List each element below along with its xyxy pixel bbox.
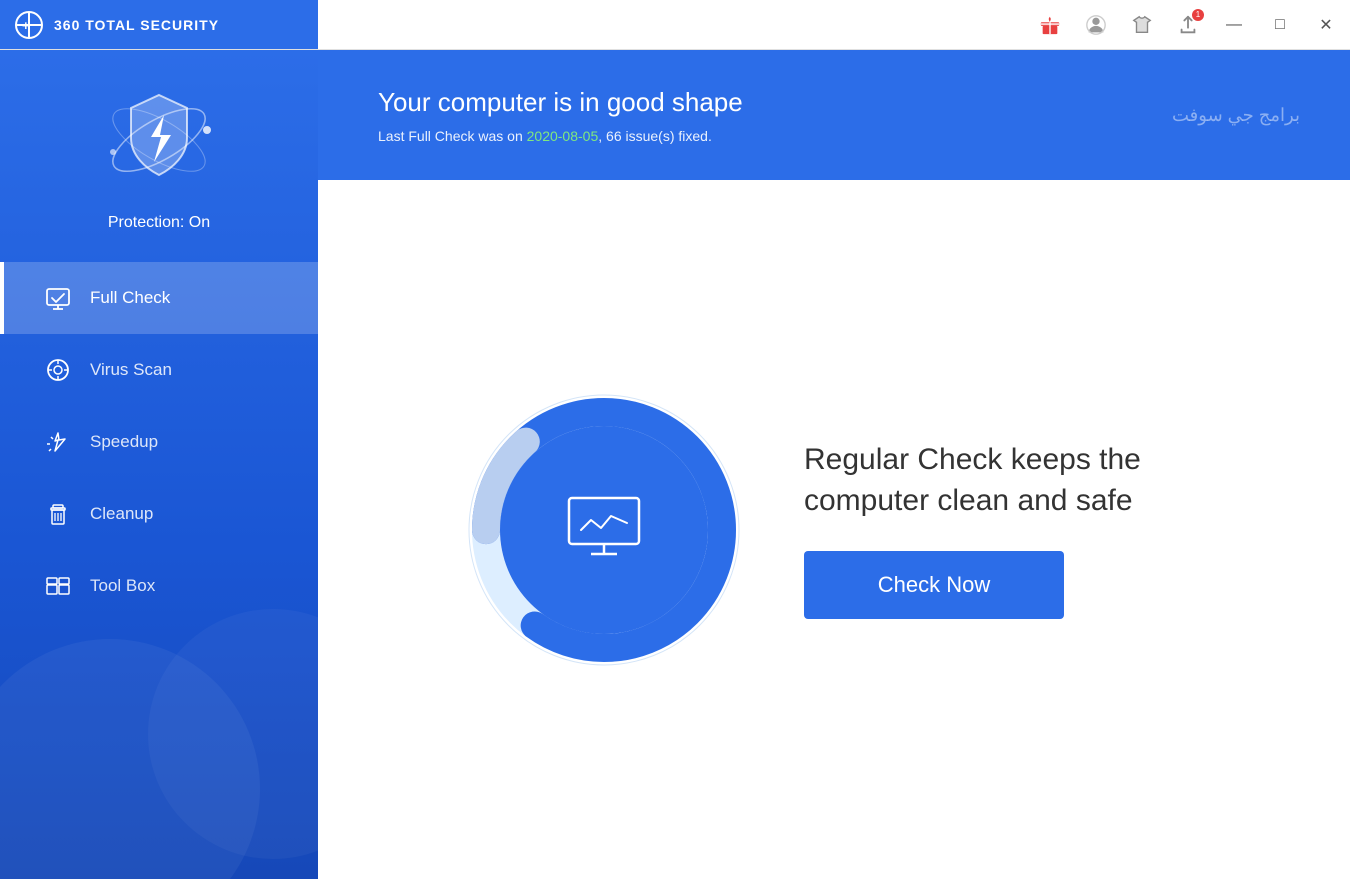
shield-logo [99, 80, 219, 200]
active-bar [0, 262, 4, 334]
app-title: 360 TOTAL SECURITY [54, 17, 219, 33]
nav-item-cleanup[interactable]: Cleanup [0, 478, 318, 550]
toolbox-icon [44, 572, 72, 600]
speedup-label: Speedup [90, 432, 158, 452]
titlebar-left: + 360 TOTAL SECURITY [0, 0, 318, 49]
nav-item-full-check[interactable]: Full Check [0, 262, 318, 334]
cleanup-icon [44, 500, 72, 528]
subtitle-prefix: Last Full Check was on [378, 128, 527, 144]
cleanup-label: Cleanup [90, 504, 153, 524]
full-check-icon [44, 284, 72, 312]
virus-scan-icon [44, 356, 72, 384]
donut-svg [464, 390, 744, 670]
titlebar-right: 1 — □ ✕ [1030, 5, 1350, 45]
maximize-button[interactable]: □ [1260, 5, 1300, 45]
toolbox-label: Tool Box [90, 576, 155, 596]
notification-badge: 1 [1192, 9, 1204, 21]
nav-item-tool-box[interactable]: Tool Box [0, 550, 318, 622]
virus-scan-label: Virus Scan [90, 360, 172, 380]
status-banner: Your computer is in good shape Last Full… [318, 50, 1350, 180]
content-right: Regular Check keeps the computer clean a… [804, 440, 1204, 619]
gift-icon-button[interactable] [1030, 5, 1070, 45]
content-body: Regular Check keeps the computer clean a… [318, 180, 1350, 879]
sidebar: Protection: On Full Check [0, 50, 318, 879]
full-check-label: Full Check [90, 288, 170, 308]
account-icon-button[interactable] [1076, 5, 1116, 45]
app-logo-icon: + [14, 10, 44, 40]
main-layout: Protection: On Full Check [0, 50, 1350, 879]
check-now-button[interactable]: Check Now [804, 551, 1064, 619]
svg-text:+: + [22, 18, 30, 33]
content-area: Your computer is in good shape Last Full… [318, 50, 1350, 879]
minimize-button[interactable]: — [1214, 5, 1254, 45]
close-button[interactable]: ✕ [1306, 5, 1346, 45]
nav-item-virus-scan[interactable]: Virus Scan [0, 334, 318, 406]
watermark-text: برامج جي سوفت [1172, 105, 1300, 126]
status-text-block: Your computer is in good shape Last Full… [378, 87, 743, 144]
shirt-icon-button[interactable] [1122, 5, 1162, 45]
donut-chart [464, 390, 744, 670]
speedup-icon [44, 428, 72, 456]
status-subtitle: Last Full Check was on 2020-08-05, 66 is… [378, 128, 743, 144]
titlebar: + 360 TOTAL SECURITY [0, 0, 1350, 50]
status-date: 2020-08-05 [527, 128, 599, 144]
protection-status: Protection: On [108, 214, 210, 232]
content-tagline: Regular Check keeps the computer clean a… [804, 440, 1204, 521]
status-title: Your computer is in good shape [378, 87, 743, 118]
subtitle-suffix: , 66 issue(s) fixed. [598, 128, 712, 144]
nav-item-speedup[interactable]: Speedup [0, 406, 318, 478]
upload-icon-button[interactable]: 1 [1168, 5, 1208, 45]
